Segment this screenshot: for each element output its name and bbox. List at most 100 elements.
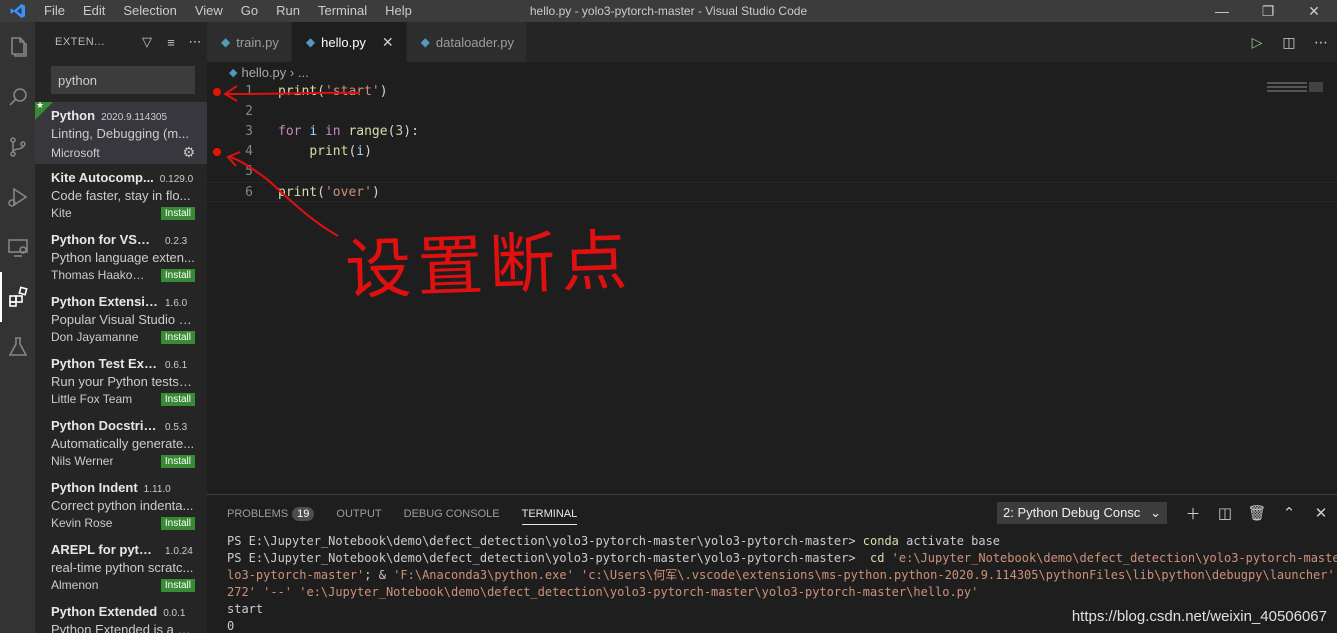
more-actions-icon[interactable]: ⋯ xyxy=(1305,34,1337,51)
extension-publisher: Thomas Haakon T... xyxy=(51,268,151,282)
install-button[interactable]: Install xyxy=(160,578,195,592)
terminal-line: PS E:\Jupyter_Notebook\demo\defect_detec… xyxy=(227,533,1337,550)
more-actions-icon[interactable]: ⋯ xyxy=(183,34,207,50)
line-number: 6 xyxy=(245,185,253,200)
breadcrumb: ◆ hello.py › ... xyxy=(207,62,309,82)
restore-icon[interactable]: ❐ xyxy=(1245,0,1291,22)
extension-version: 1.11.0 xyxy=(143,484,171,495)
terminal-operator: ; & xyxy=(364,568,394,582)
run-file-icon[interactable]: ▷ xyxy=(1241,34,1273,51)
terminal-command: conda xyxy=(862,534,899,548)
tab-debug-console[interactable]: DEBUG CONSOLE xyxy=(404,504,500,524)
close-panel-icon[interactable]: ✕ xyxy=(1305,504,1337,522)
minimize-icon[interactable]: — xyxy=(1199,0,1245,22)
tab-problems[interactable]: PROBLEMS 19 xyxy=(227,503,315,525)
install-button[interactable]: Install xyxy=(160,392,195,406)
extension-description: Code faster, stay in flo... xyxy=(51,188,191,203)
python-file-icon: ◆ xyxy=(229,66,238,79)
explorer-icon[interactable] xyxy=(0,22,35,72)
menu-terminal[interactable]: Terminal xyxy=(309,0,376,22)
filter-icon[interactable]: ▽ xyxy=(135,34,159,50)
title-bar: File Edit Selection View Go Run Terminal… xyxy=(0,0,1337,22)
menu-help[interactable]: Help xyxy=(376,0,421,22)
extension-item[interactable]: AREPL for python 1.0.24 real-time python … xyxy=(35,536,207,598)
split-editor-icon[interactable]: ◫ xyxy=(1273,34,1305,51)
tab-train-py[interactable]: ◆ train.py xyxy=(207,22,292,62)
extension-item-python[interactable]: ★ Python 2020.9.114305 Linting, Debugging… xyxy=(35,100,207,164)
code-line: 4 print(i) xyxy=(207,142,1337,162)
extension-item[interactable]: Python Extended 0.0.1 Python Extended is … xyxy=(35,598,207,633)
new-terminal-plus-icon[interactable]: ＋ xyxy=(1177,503,1209,524)
extension-name: Python for VSCode xyxy=(51,232,159,247)
editor-tabs: ◆ train.py ◆ hello.py ✕ ◆ dataloader.py … xyxy=(207,22,1337,62)
minimap[interactable] xyxy=(1267,82,1307,102)
tab-hello-py[interactable]: ◆ hello.py ✕ xyxy=(291,22,407,62)
breakpoint-icon[interactable] xyxy=(213,88,221,96)
extension-version: 0.0.1 xyxy=(163,608,186,619)
tab-label: PROBLEMS xyxy=(227,508,289,520)
trash-icon[interactable]: 🗑 xyxy=(1241,504,1273,522)
extension-name: AREPL for python xyxy=(51,542,159,557)
close-tab-icon[interactable]: ✕ xyxy=(382,34,394,51)
install-button[interactable]: Install xyxy=(160,206,195,220)
extensions-icon[interactable] xyxy=(0,272,35,322)
menu-run[interactable]: Run xyxy=(267,0,309,22)
split-terminal-icon[interactable]: ◫ xyxy=(1209,504,1241,522)
menu-file[interactable]: File xyxy=(35,0,74,22)
clear-list-icon[interactable]: ≡ xyxy=(159,35,183,50)
testing-flask-icon[interactable] xyxy=(0,322,35,372)
line-number: 4 xyxy=(245,144,253,159)
sidebar-header: EXTEN... ▽ ≡ ⋯ xyxy=(35,22,207,62)
extension-item[interactable]: Python Test Expl... 0.6.1 Run your Python… xyxy=(35,350,207,412)
extension-publisher: Almenon xyxy=(51,578,99,592)
breadcrumb-more[interactable]: ... xyxy=(298,65,309,80)
extension-description: real-time python scratc... xyxy=(51,560,194,575)
maximize-panel-chevron-icon[interactable]: ⌃ xyxy=(1273,504,1305,522)
tab-output[interactable]: OUTPUT xyxy=(336,504,381,524)
tab-terminal[interactable]: TERMINAL xyxy=(521,504,578,525)
install-button[interactable]: Install xyxy=(160,516,195,530)
extension-item[interactable]: Kite Autocomp... 0.129.0 Code faster, sta… xyxy=(35,164,207,226)
run-debug-icon[interactable] xyxy=(0,172,35,222)
vscode-logo-icon xyxy=(0,0,35,22)
annotation-text: 设置断点 xyxy=(343,221,635,309)
terminal-select[interactable]: 2: Python Debug Consc ⌄ xyxy=(997,502,1167,524)
extension-name: Python Test Expl... xyxy=(51,356,159,371)
terminal-args: activate base xyxy=(898,534,1001,548)
source-control-icon[interactable] xyxy=(0,122,35,172)
tab-label: dataloader.py xyxy=(435,34,514,50)
extension-description: Correct python indenta... xyxy=(51,498,194,513)
extension-item[interactable]: Python Indent 1.11.0 Correct python inden… xyxy=(35,474,207,536)
extension-name: Python Docstrin... xyxy=(51,418,159,433)
search-icon[interactable] xyxy=(0,72,35,122)
terminal-command: cd xyxy=(870,551,885,565)
close-window-icon[interactable]: ✕ xyxy=(1291,0,1337,22)
menu-edit[interactable]: Edit xyxy=(74,0,114,22)
extension-description: Python Extended is a vs... xyxy=(51,622,195,633)
code-line: 2 xyxy=(207,102,1337,122)
editor-scrollbar[interactable] xyxy=(1309,82,1323,92)
extension-search-input[interactable]: python xyxy=(51,66,195,94)
terminal-prompt: PS E:\Jupyter_Notebook\demo\defect_detec… xyxy=(227,551,870,565)
problems-count-badge: 19 xyxy=(292,507,315,521)
code-text: print('start') xyxy=(278,84,388,99)
menu-go[interactable]: Go xyxy=(232,0,267,22)
breakpoint-icon[interactable] xyxy=(213,148,221,156)
manage-gear-icon[interactable]: ⚙ xyxy=(182,144,195,161)
install-button[interactable]: Install xyxy=(160,454,195,468)
extension-description: Popular Visual Studio C... xyxy=(51,312,195,327)
breadcrumb-file[interactable]: hello.py xyxy=(241,65,286,80)
menu-selection[interactable]: Selection xyxy=(114,0,185,22)
extension-description: Linting, Debugging (m... xyxy=(51,126,190,141)
extension-name: Kite Autocomp... xyxy=(51,170,154,185)
tab-dataloader-py[interactable]: ◆ dataloader.py xyxy=(406,22,527,62)
remote-explorer-icon[interactable] xyxy=(0,222,35,272)
extension-version: 2020.9.114305 xyxy=(101,112,168,123)
extension-name: Python Indent xyxy=(51,480,138,495)
extension-item[interactable]: Python Extensio... 1.6.0 Popular Visual S… xyxy=(35,288,207,350)
extension-item[interactable]: Python Docstrin... 0.5.3 Automatically ge… xyxy=(35,412,207,474)
menu-view[interactable]: View xyxy=(186,0,232,22)
extension-item[interactable]: Python for VSCode 0.2.3 Python language e… xyxy=(35,226,207,288)
install-button[interactable]: Install xyxy=(160,268,195,282)
install-button[interactable]: Install xyxy=(160,330,195,344)
